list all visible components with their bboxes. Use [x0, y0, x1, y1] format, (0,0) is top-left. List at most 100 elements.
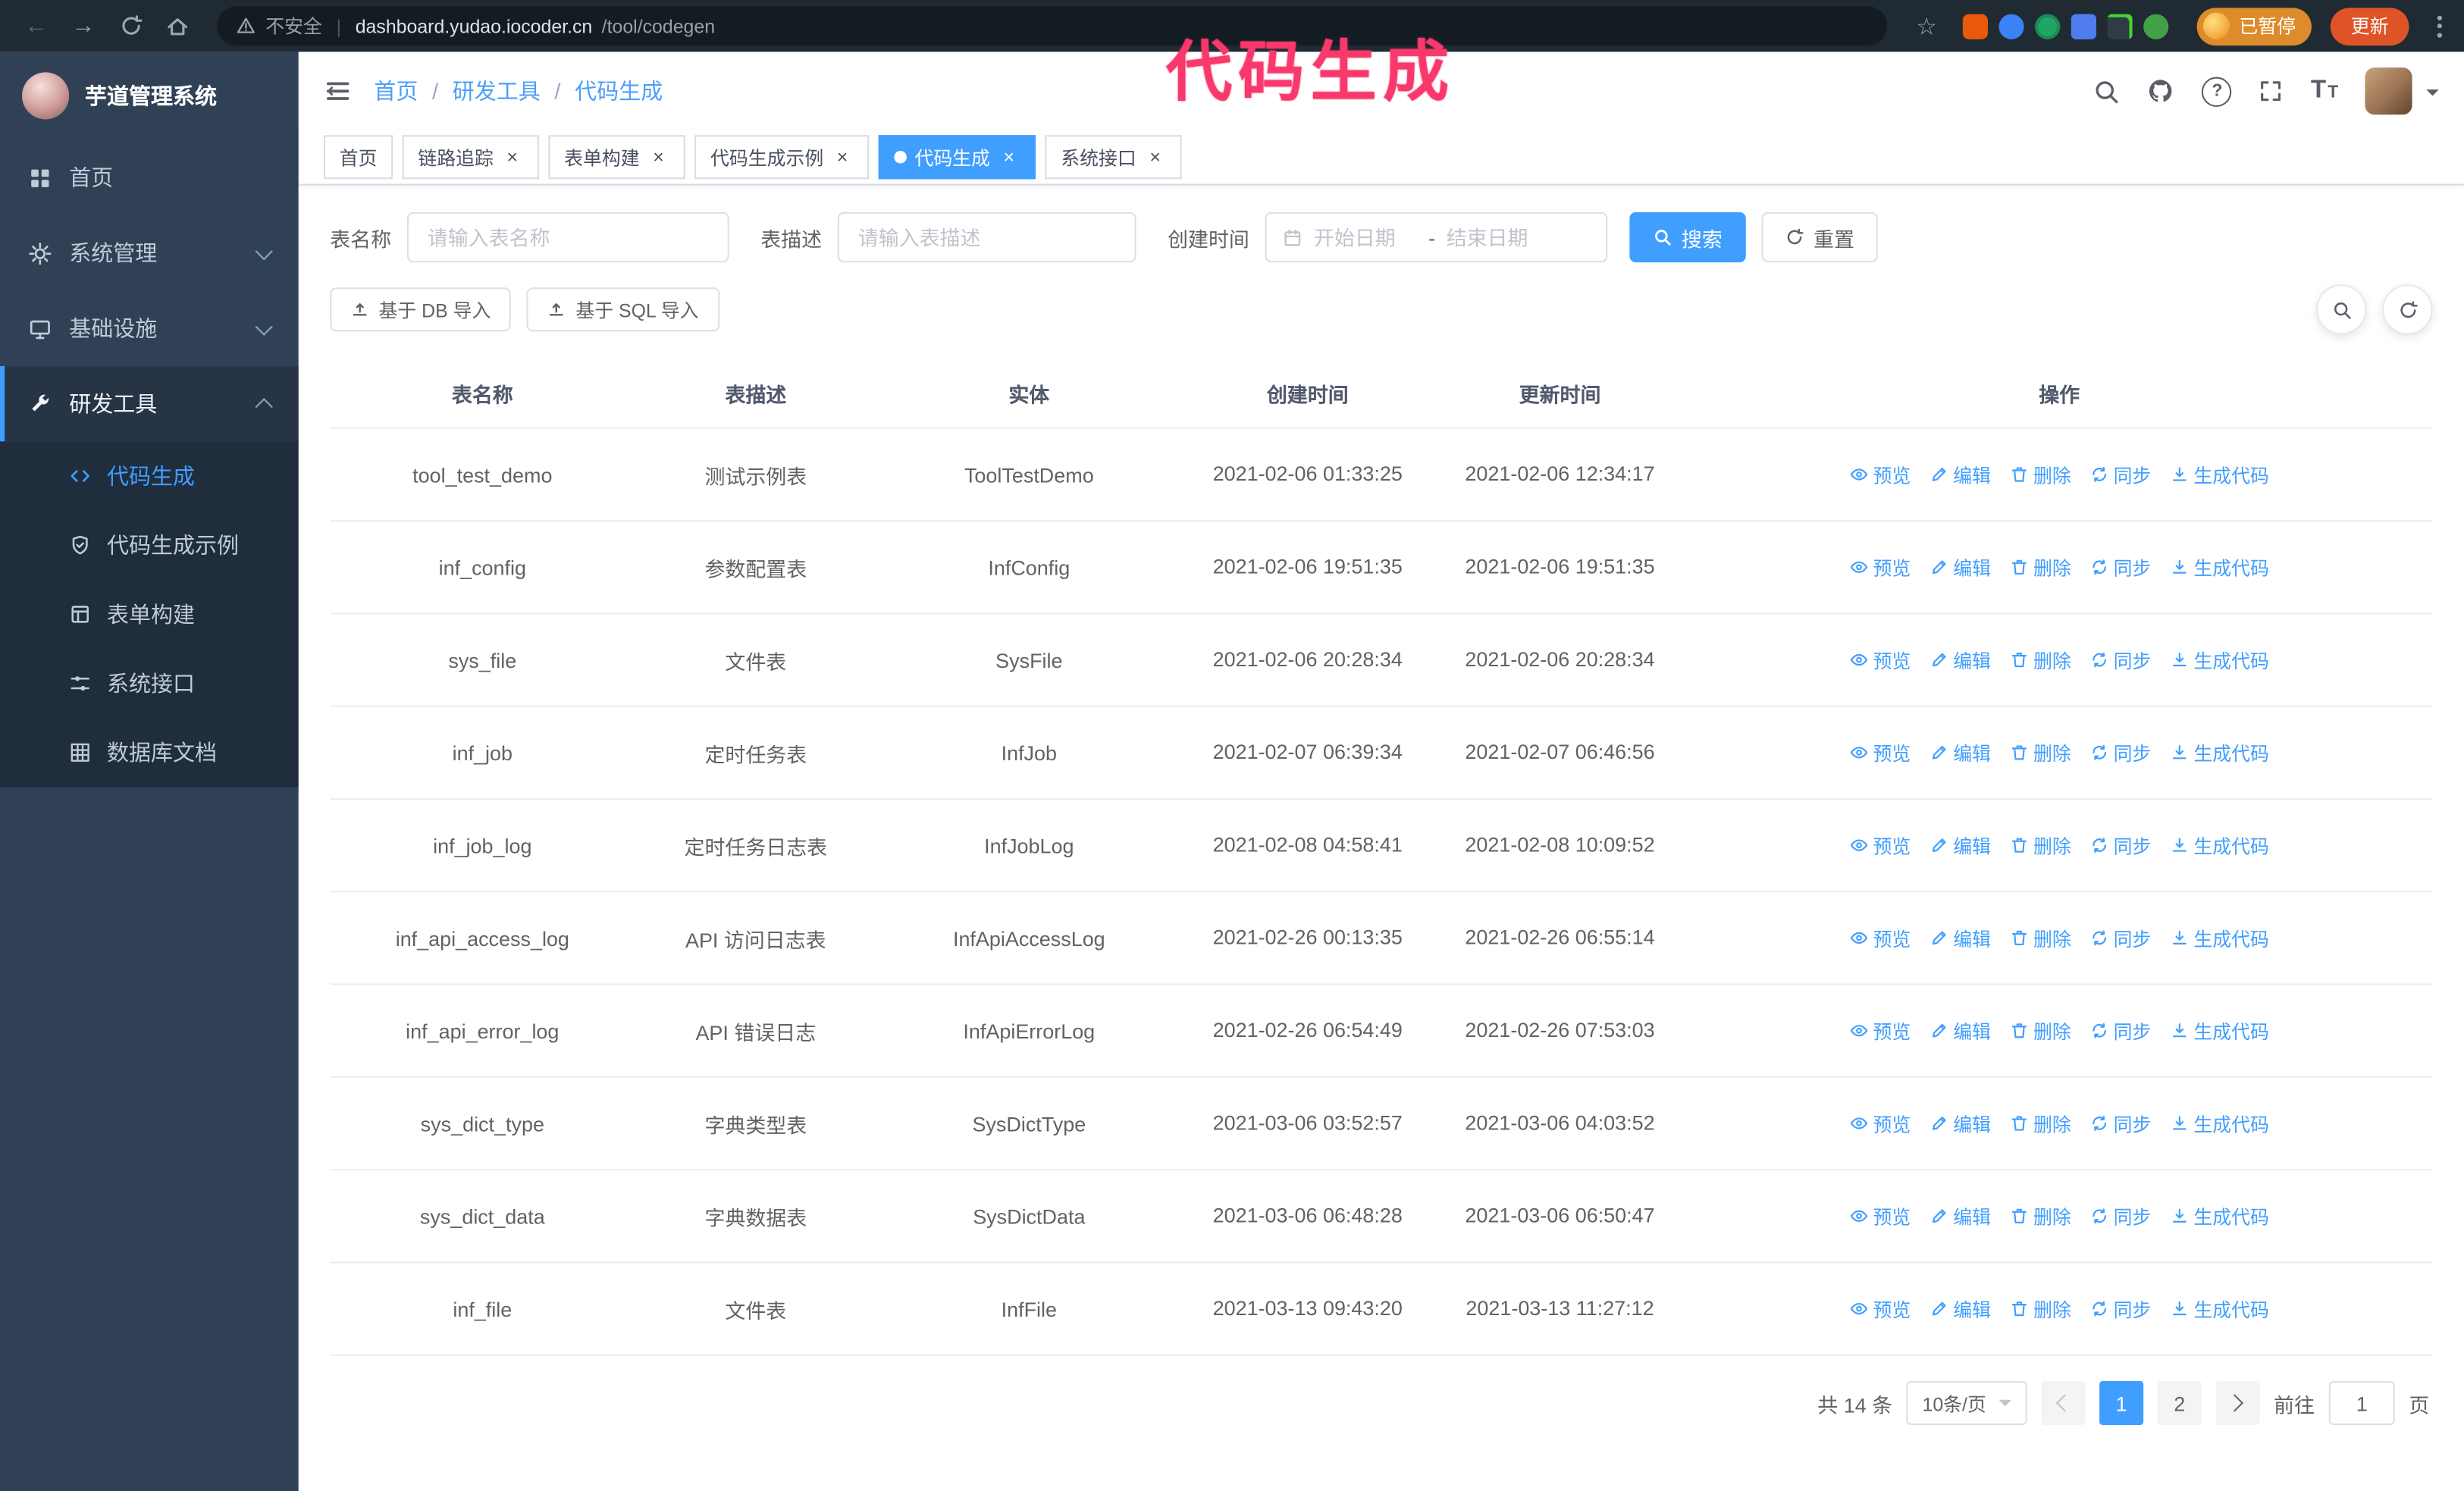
page-size-select[interactable]: 10条/页 [1906, 1380, 2027, 1425]
delete-link[interactable]: 删除 [2010, 554, 2071, 581]
edit-link[interactable]: 编辑 [1930, 739, 1991, 766]
sync-link[interactable]: 同步 [2090, 1110, 2151, 1136]
generate-code-link[interactable]: 生成代码 [2170, 1110, 2269, 1136]
generate-code-link[interactable]: 生成代码 [2170, 925, 2269, 951]
sidebar-item-system-management[interactable]: 系统管理 [0, 215, 299, 290]
hamburger-icon[interactable] [324, 77, 352, 105]
delete-link[interactable]: 删除 [2010, 1203, 2071, 1229]
tab-system-api[interactable]: 系统接口 × [1045, 135, 1182, 180]
help-icon[interactable]: ? [2202, 76, 2233, 106]
generate-code-link[interactable]: 生成代码 [2170, 1203, 2269, 1229]
profile-paused-chip[interactable]: 已暂停 [2196, 7, 2312, 45]
refresh-table-button[interactable] [2382, 284, 2433, 335]
preview-link[interactable]: 预览 [1849, 1017, 1911, 1044]
search-icon[interactable] [2094, 78, 2121, 105]
preview-link[interactable]: 预览 [1849, 647, 1911, 673]
browser-extension-icon[interactable] [2143, 13, 2169, 39]
preview-link[interactable]: 预览 [1849, 832, 1911, 858]
import-db-button[interactable]: 基于 DB 导入 [330, 287, 512, 332]
avatar-caret-icon[interactable] [2426, 89, 2439, 102]
generate-code-link[interactable]: 生成代码 [2170, 1295, 2269, 1322]
user-avatar[interactable] [2365, 67, 2412, 115]
generate-code-link[interactable]: 生成代码 [2170, 554, 2269, 581]
reset-button[interactable]: 重置 [1761, 211, 1879, 263]
edit-link[interactable]: 编辑 [1930, 554, 1991, 581]
tab-tracing[interactable]: 链路追踪 × [402, 135, 540, 180]
sidebar-item-system-api[interactable]: 系统接口 [0, 649, 299, 718]
preview-link[interactable]: 预览 [1849, 1203, 1911, 1229]
edit-link[interactable]: 编辑 [1930, 461, 1991, 487]
sidebar-item-dev-tools[interactable]: 研发工具 [0, 365, 299, 442]
sidebar-item-db-docs[interactable]: 数据库文档 [0, 718, 299, 787]
sidebar-item-home[interactable]: 首页 [0, 139, 299, 215]
tab-home[interactable]: 首页 [323, 135, 393, 180]
sidebar-item-infrastructure[interactable]: 基础设施 [0, 290, 299, 365]
table-name-input[interactable] [406, 211, 729, 263]
prev-page-button[interactable] [2041, 1380, 2086, 1425]
fullscreen-icon[interactable] [2259, 79, 2284, 104]
toggle-search-button[interactable] [2316, 284, 2367, 335]
preview-link[interactable]: 预览 [1849, 461, 1911, 487]
sync-link[interactable]: 同步 [2090, 647, 2151, 673]
edit-link[interactable]: 编辑 [1930, 1295, 1991, 1322]
sidebar-item-code-generation[interactable]: 代码生成 [0, 441, 299, 510]
edit-link[interactable]: 编辑 [1930, 1203, 1991, 1229]
delete-link[interactable]: 删除 [2010, 925, 2071, 951]
tab-code-generation[interactable]: 代码生成 × [878, 135, 1036, 180]
tab-form-builder[interactable]: 表单构建 × [548, 135, 685, 180]
edit-link[interactable]: 编辑 [1930, 1110, 1991, 1136]
home-button[interactable] [157, 5, 198, 46]
breadcrumb-home[interactable]: 首页 [374, 75, 418, 106]
close-icon[interactable]: × [1144, 146, 1166, 168]
next-page-button[interactable] [2215, 1380, 2260, 1425]
reload-button[interactable] [110, 5, 151, 46]
close-icon[interactable]: × [647, 146, 669, 168]
preview-link[interactable]: 预览 [1849, 1295, 1911, 1322]
edit-link[interactable]: 编辑 [1930, 647, 1991, 673]
generate-code-link[interactable]: 生成代码 [2170, 1017, 2269, 1044]
delete-link[interactable]: 删除 [2010, 461, 2071, 487]
sync-link[interactable]: 同步 [2090, 461, 2151, 487]
delete-link[interactable]: 删除 [2010, 1017, 2071, 1044]
tab-codegen-example[interactable]: 代码生成示例 × [694, 135, 870, 180]
sync-link[interactable]: 同步 [2090, 1295, 2151, 1322]
browser-extension-icon[interactable] [1962, 13, 1988, 39]
delete-link[interactable]: 删除 [2010, 832, 2071, 858]
github-icon[interactable] [2147, 77, 2175, 105]
sync-link[interactable]: 同步 [2090, 925, 2151, 951]
back-button[interactable]: ← [16, 5, 57, 46]
close-icon[interactable]: × [501, 146, 523, 168]
address-bar[interactable]: 不安全 | dashboard.yudao.iocoder.cn/tool/co… [217, 6, 1888, 46]
generate-code-link[interactable]: 生成代码 [2170, 647, 2269, 673]
breadcrumb-dev-tools[interactable]: 研发工具 [453, 75, 541, 106]
browser-update-button[interactable]: 更新 [2330, 7, 2409, 45]
end-date-input[interactable] [1446, 225, 1550, 249]
page-button-2[interactable]: 2 [2157, 1380, 2202, 1425]
search-button[interactable]: 搜索 [1629, 211, 1746, 263]
bookmark-star-icon[interactable]: ☆ [1906, 5, 1947, 46]
table-desc-input[interactable] [837, 211, 1136, 263]
generate-code-link[interactable]: 生成代码 [2170, 739, 2269, 766]
delete-link[interactable]: 删除 [2010, 647, 2071, 673]
preview-link[interactable]: 预览 [1849, 739, 1911, 766]
goto-page-input[interactable] [2328, 1380, 2395, 1425]
edit-link[interactable]: 编辑 [1930, 925, 1991, 951]
browser-menu-icon[interactable] [2431, 8, 2448, 43]
close-icon[interactable]: × [832, 146, 854, 168]
generate-code-link[interactable]: 生成代码 [2170, 461, 2269, 487]
import-sql-button[interactable]: 基于 SQL 导入 [527, 287, 719, 332]
sidebar-item-codegen-example[interactable]: 代码生成示例 [0, 511, 299, 580]
sync-link[interactable]: 同步 [2090, 554, 2151, 581]
sync-link[interactable]: 同步 [2090, 1017, 2151, 1044]
browser-extension-icon[interactable] [1998, 13, 2024, 39]
edit-link[interactable]: 编辑 [1930, 1017, 1991, 1044]
browser-extension-icon[interactable] [2071, 13, 2096, 39]
edit-link[interactable]: 编辑 [1930, 832, 1991, 858]
start-date-input[interactable] [1313, 225, 1418, 249]
sidebar-item-form-builder[interactable]: 表单构建 [0, 580, 299, 649]
browser-extension-icon[interactable] [2107, 13, 2133, 39]
sync-link[interactable]: 同步 [2090, 1203, 2151, 1229]
browser-extension-icon[interactable] [2035, 13, 2061, 39]
preview-link[interactable]: 预览 [1849, 1110, 1911, 1136]
date-range-picker[interactable]: - [1265, 211, 1608, 263]
